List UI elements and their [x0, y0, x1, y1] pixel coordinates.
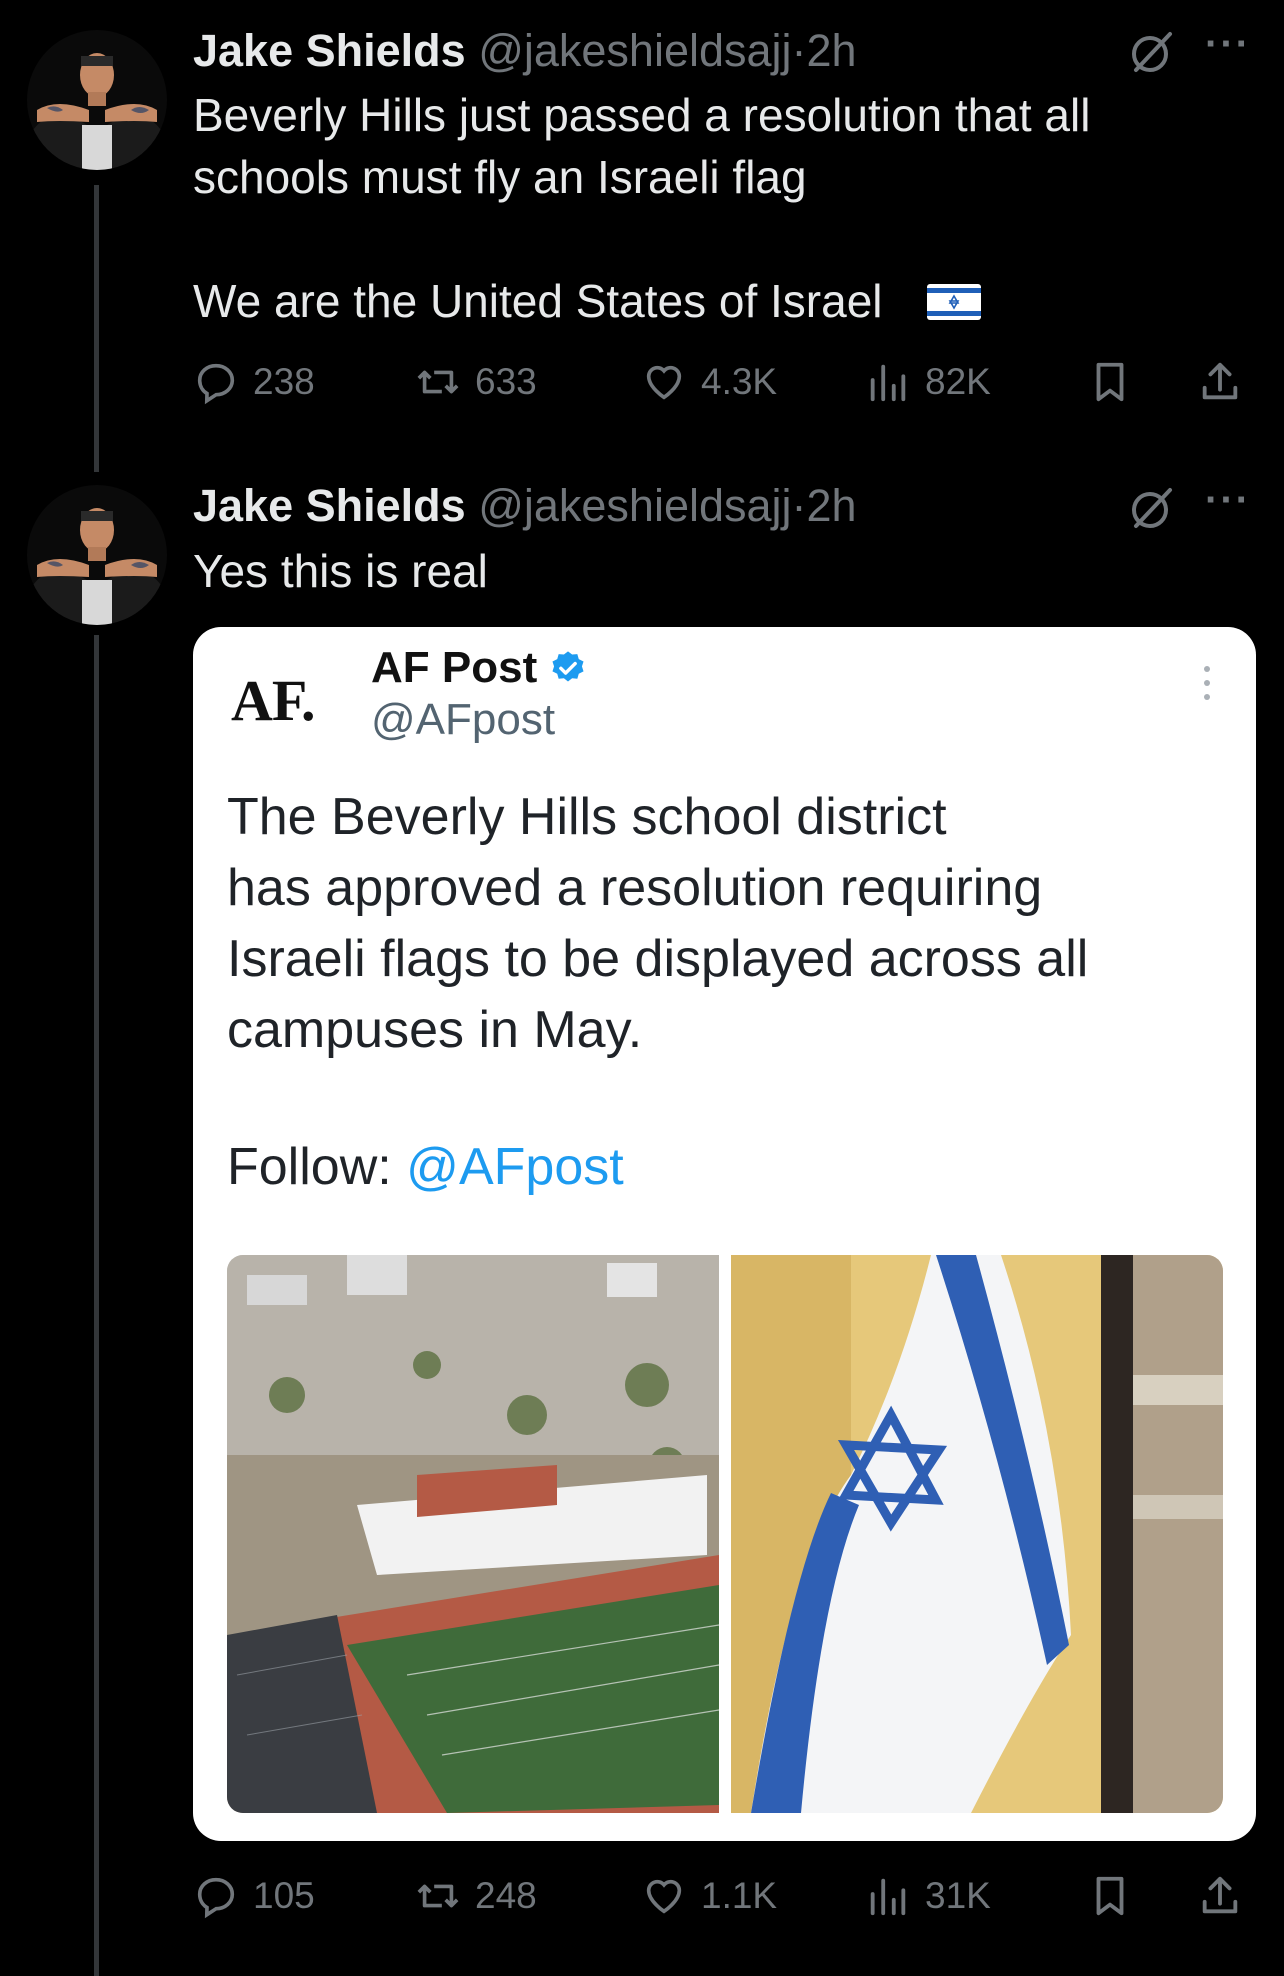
verified-badge-icon: [552, 651, 584, 682]
analytics-icon: [870, 1878, 906, 1916]
tweet-actions: 105 248 1.1K 31K: [193, 1866, 1253, 1926]
timestamp[interactable]: 2h: [807, 480, 857, 531]
more-options-icon[interactable]: ···: [1205, 478, 1251, 523]
heart-icon: [646, 365, 682, 400]
reply-count: 105: [253, 1875, 315, 1916]
share-icon: [1202, 362, 1238, 400]
follow-line: Follow: @AFpost: [227, 1137, 624, 1197]
more-options-icon[interactable]: ···: [1205, 22, 1251, 67]
share-button[interactable]: [1197, 352, 1243, 412]
follow-label: Follow:: [227, 1138, 392, 1196]
separator-dot: ·: [791, 25, 807, 76]
like-count: 4.3K: [701, 361, 778, 402]
author-handle[interactable]: @jakeshieldsajj: [478, 480, 791, 531]
tweet-text-line: Beverly Hills just passed a resolution t…: [193, 89, 1091, 141]
embedded-author-name: AF Post: [371, 643, 587, 693]
views-button[interactable]: 31K: [865, 1866, 991, 1926]
author-name[interactable]: Jake Shields: [193, 25, 466, 76]
share-icon: [1202, 1876, 1238, 1914]
embedded-post-text: The Beverly Hills school district has ap…: [227, 788, 1089, 1059]
analytics-icon: [870, 364, 906, 402]
tweet-text-line: Yes this is real: [193, 545, 488, 597]
timestamp[interactable]: 2h: [807, 25, 857, 76]
tweet-text-line: We are the United States of Israel: [193, 275, 883, 327]
retweet-button[interactable]: 248: [415, 1866, 537, 1926]
embedded-author-handle: @AFpost: [371, 695, 556, 744]
views-button[interactable]: 82K: [865, 352, 991, 412]
tweet-header: Jake Shields @jakeshieldsajj·2h: [193, 25, 857, 77]
tweet-text-line: schools must fly an Israeli flag: [193, 151, 807, 203]
bookmark-button[interactable]: [1087, 352, 1133, 412]
bookmark-icon: [1096, 362, 1124, 402]
avatar[interactable]: [27, 30, 167, 170]
separator-dot: ·: [791, 480, 807, 531]
reply-count: 238: [253, 361, 315, 402]
reply-button[interactable]: 238: [193, 352, 315, 412]
view-count: 31K: [925, 1875, 991, 1916]
like-button[interactable]: 1.1K: [641, 1866, 777, 1926]
like-button[interactable]: 4.3K: [641, 352, 777, 412]
israeli-flag-photo[interactable]: [731, 1255, 1223, 1813]
retweet-count: 248: [475, 1875, 537, 1916]
tweet-header: Jake Shields @jakeshieldsajj·2h: [193, 480, 857, 532]
embedded-post-card[interactable]: AF. AF Post @AFpost The Beverly Hills sc…: [193, 627, 1256, 1841]
bookmark-button[interactable]: [1087, 1866, 1133, 1926]
like-count: 1.1K: [701, 1875, 778, 1916]
retweet-icon: [417, 370, 459, 394]
retweet-icon: [417, 1884, 459, 1908]
embedded-author-name-text: AF Post: [371, 643, 538, 692]
bookmark-icon: [1096, 1876, 1124, 1916]
reply-icon: [197, 363, 235, 405]
israel-flag-icon: [927, 284, 981, 320]
retweet-button[interactable]: 633: [415, 352, 537, 412]
grok-icon[interactable]: [1128, 484, 1176, 532]
author-name[interactable]: Jake Shields: [193, 480, 466, 531]
grok-icon[interactable]: [1128, 28, 1176, 76]
share-button[interactable]: [1197, 1866, 1243, 1926]
tweet[interactable]: Jake Shields @jakeshieldsajj·2h ··· Beve…: [0, 0, 1284, 470]
view-count: 82K: [925, 361, 991, 402]
vertical-more-icon[interactable]: [1202, 663, 1212, 703]
reply-button[interactable]: 105: [193, 1866, 315, 1926]
author-handle[interactable]: @jakeshieldsajj: [478, 25, 791, 76]
follow-handle-link[interactable]: @AFpost: [406, 1138, 624, 1196]
avatar[interactable]: [27, 485, 167, 625]
tweet-actions: 238 633 4.3K 82K: [193, 352, 1253, 412]
aerial-school-campus-photo[interactable]: [227, 1255, 719, 1813]
reply-icon: [197, 1877, 235, 1919]
retweet-count: 633: [475, 361, 537, 402]
af-logo: AF.: [231, 668, 315, 733]
heart-icon: [646, 1879, 682, 1914]
